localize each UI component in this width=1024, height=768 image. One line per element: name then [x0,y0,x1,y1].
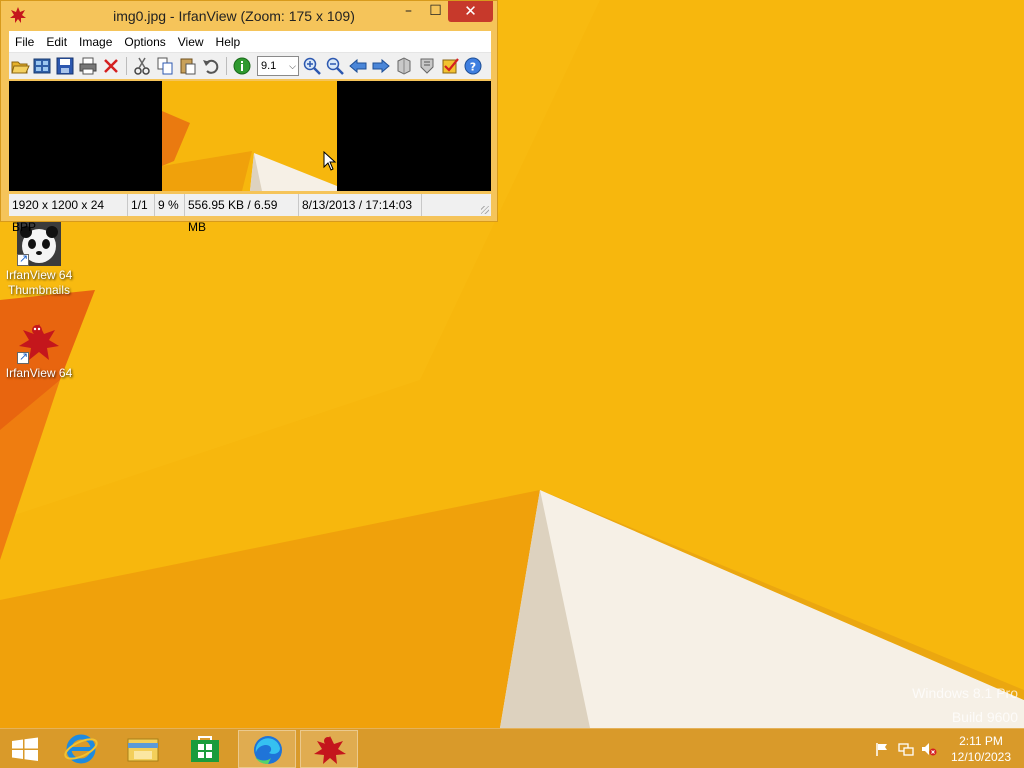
menu-help[interactable]: Help [210,31,247,53]
title-bar[interactable]: img0.jpg - IrfanView (Zoom: 175 x 109) –… [1,1,497,31]
cut-icon[interactable] [132,56,152,76]
taskbar-store[interactable] [176,730,234,768]
zoom-in-icon[interactable] [302,56,322,76]
taskbar-clock[interactable]: 2:11 PM 12/10/2023 [948,733,1014,765]
edge-icon [254,736,282,765]
status-date: 8/13/2013 / 17:14:03 [299,194,422,216]
action-center-flag-icon[interactable] [874,741,890,757]
desktop-icon-label: IrfanView 64 [5,268,73,282]
close-button[interactable]: ✕ [448,1,493,22]
desktop-icon-label: IrfanView 64 [5,366,73,380]
slideshow-icon[interactable] [394,56,414,76]
irfanview-window: img0.jpg - IrfanView (Zoom: 175 x 109) –… [0,0,498,234]
volume-muted-icon[interactable] [921,741,937,757]
toolbar: 9.1 ⌵ ? [9,53,491,79]
delete-icon[interactable] [101,56,121,76]
shortcut-arrow-icon [17,350,29,365]
desktop-icon-label-2: Thumbnails [7,283,71,297]
start-button[interactable] [0,730,50,768]
taskbar-irfanview[interactable] [300,730,358,768]
save-icon[interactable] [55,56,75,76]
help-icon[interactable]: ? [463,56,483,76]
status-page: 1/1 [128,194,155,216]
store-icon [191,736,219,762]
status-zoom: 9 % [155,194,185,216]
menu-view[interactable]: View [172,31,210,53]
taskbar-edge[interactable] [238,730,296,768]
print-icon[interactable] [78,56,98,76]
toolbar-separator [226,57,227,75]
menu-edit[interactable]: Edit [40,31,73,53]
status-bar: 1920 x 1200 x 24 BPP 1/1 9 % 556.95 KB /… [9,194,491,234]
toolbar-separator [126,57,127,75]
desktop-icon-irfanview[interactable]: IrfanView 64 [2,320,76,381]
resize-grip-icon[interactable] [481,206,489,214]
network-icon[interactable] [898,741,914,757]
minimize-button[interactable]: – [395,1,422,22]
info-icon[interactable] [232,56,252,76]
mouse-cursor-icon [323,151,337,171]
zoom-out-icon[interactable] [325,56,345,76]
previous-icon[interactable] [348,56,368,76]
zoom-value: 9.1 [261,60,277,72]
taskbar-file-explorer[interactable] [114,730,172,768]
internet-explorer-icon [64,734,98,764]
open-icon[interactable] [10,56,30,76]
build-watermark: Build 9600 [951,709,1018,725]
thumbnails-icon[interactable] [32,56,52,76]
maximize-button[interactable]: ☐ [422,1,449,22]
status-file-size: 556.95 KB / 6.59 MB [185,194,299,234]
menu-image[interactable]: Image [73,31,118,53]
menu-options[interactable]: Options [118,31,171,53]
zoom-dropdown[interactable]: 9.1 ⌵ [257,56,299,76]
irfanview-icon [314,736,346,764]
windows-watermark: Windows 8.1 Pro [912,685,1018,701]
properties-icon[interactable] [417,56,437,76]
clock-date: 12/10/2023 [950,750,1012,764]
menu-bar: File Edit Image Options View Help [9,31,491,53]
start-icon [12,737,38,761]
check-icon[interactable] [440,56,460,76]
file-explorer-icon [127,738,159,762]
taskbar: 2:11 PM 12/10/2023 [0,728,1024,768]
next-icon[interactable] [371,56,391,76]
copy-icon[interactable] [155,56,175,76]
image-preview [162,81,337,191]
image-viewport[interactable] [9,81,491,191]
clock-time: 2:11 PM [959,734,1003,748]
svg-text:?: ? [470,61,476,74]
taskbar-internet-explorer[interactable] [52,730,110,768]
irfanview-cat-icon [15,320,63,365]
chevron-down-icon: ⌵ [289,61,296,71]
menu-file[interactable]: File [9,31,40,53]
shortcut-arrow-icon [17,252,29,267]
undo-icon[interactable] [201,56,221,76]
paste-icon[interactable] [178,56,198,76]
status-dimensions: 1920 x 1200 x 24 BPP [9,194,128,234]
